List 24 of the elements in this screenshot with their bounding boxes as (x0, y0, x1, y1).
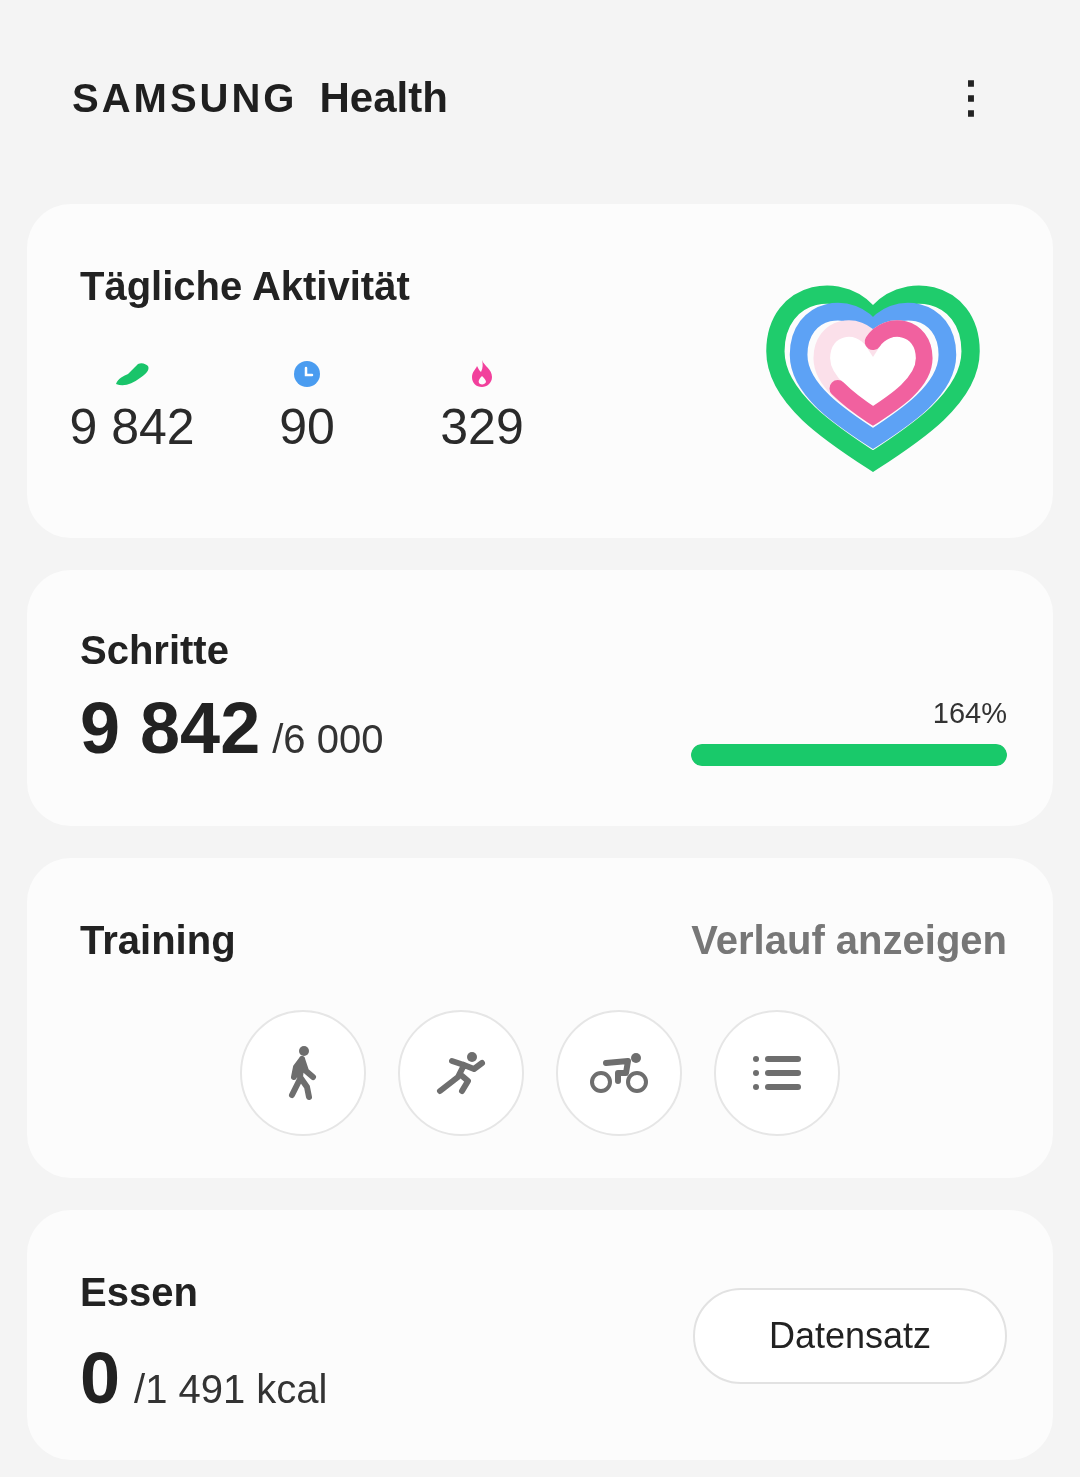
calories-eaten: 0 (80, 1342, 121, 1414)
running-icon (435, 1051, 486, 1095)
list-icon (752, 1055, 801, 1091)
history-link[interactable]: Verlauf anzeigen (691, 910, 1007, 970)
daily-activity-card[interactable]: Tägliche Aktivität 9 842 90 329 (27, 204, 1053, 538)
more-options-button[interactable]: ⋮ (949, 75, 993, 119)
calories-goal: /1 491 kcal (134, 1366, 328, 1413)
steps-count: 9 842 (80, 692, 261, 764)
card-title: Essen (80, 1269, 199, 1316)
steps-goal: /6 000 (272, 716, 384, 763)
stat-value: 329 (440, 398, 524, 457)
card-title: Tägliche Aktivität (80, 263, 411, 310)
steps-card[interactable]: Schritte 9 842 /6 000 164% (27, 570, 1053, 826)
training-card[interactable]: Training Verlauf anzeigen (27, 858, 1053, 1178)
card-title: Schritte (80, 627, 230, 674)
progress-percent: 164% (932, 696, 1007, 731)
card-title: Training (80, 917, 236, 964)
brand-name: SAMSUNG (72, 74, 298, 122)
stat-value: 90 (279, 398, 335, 457)
food-card[interactable]: Essen 0 /1 491 kcal Datensatz (27, 1210, 1053, 1460)
cycling-icon (589, 1053, 648, 1093)
stat-value: 9 842 (69, 398, 195, 457)
product-name: Health (319, 72, 448, 123)
record-button[interactable]: Datensatz (693, 1288, 1007, 1384)
